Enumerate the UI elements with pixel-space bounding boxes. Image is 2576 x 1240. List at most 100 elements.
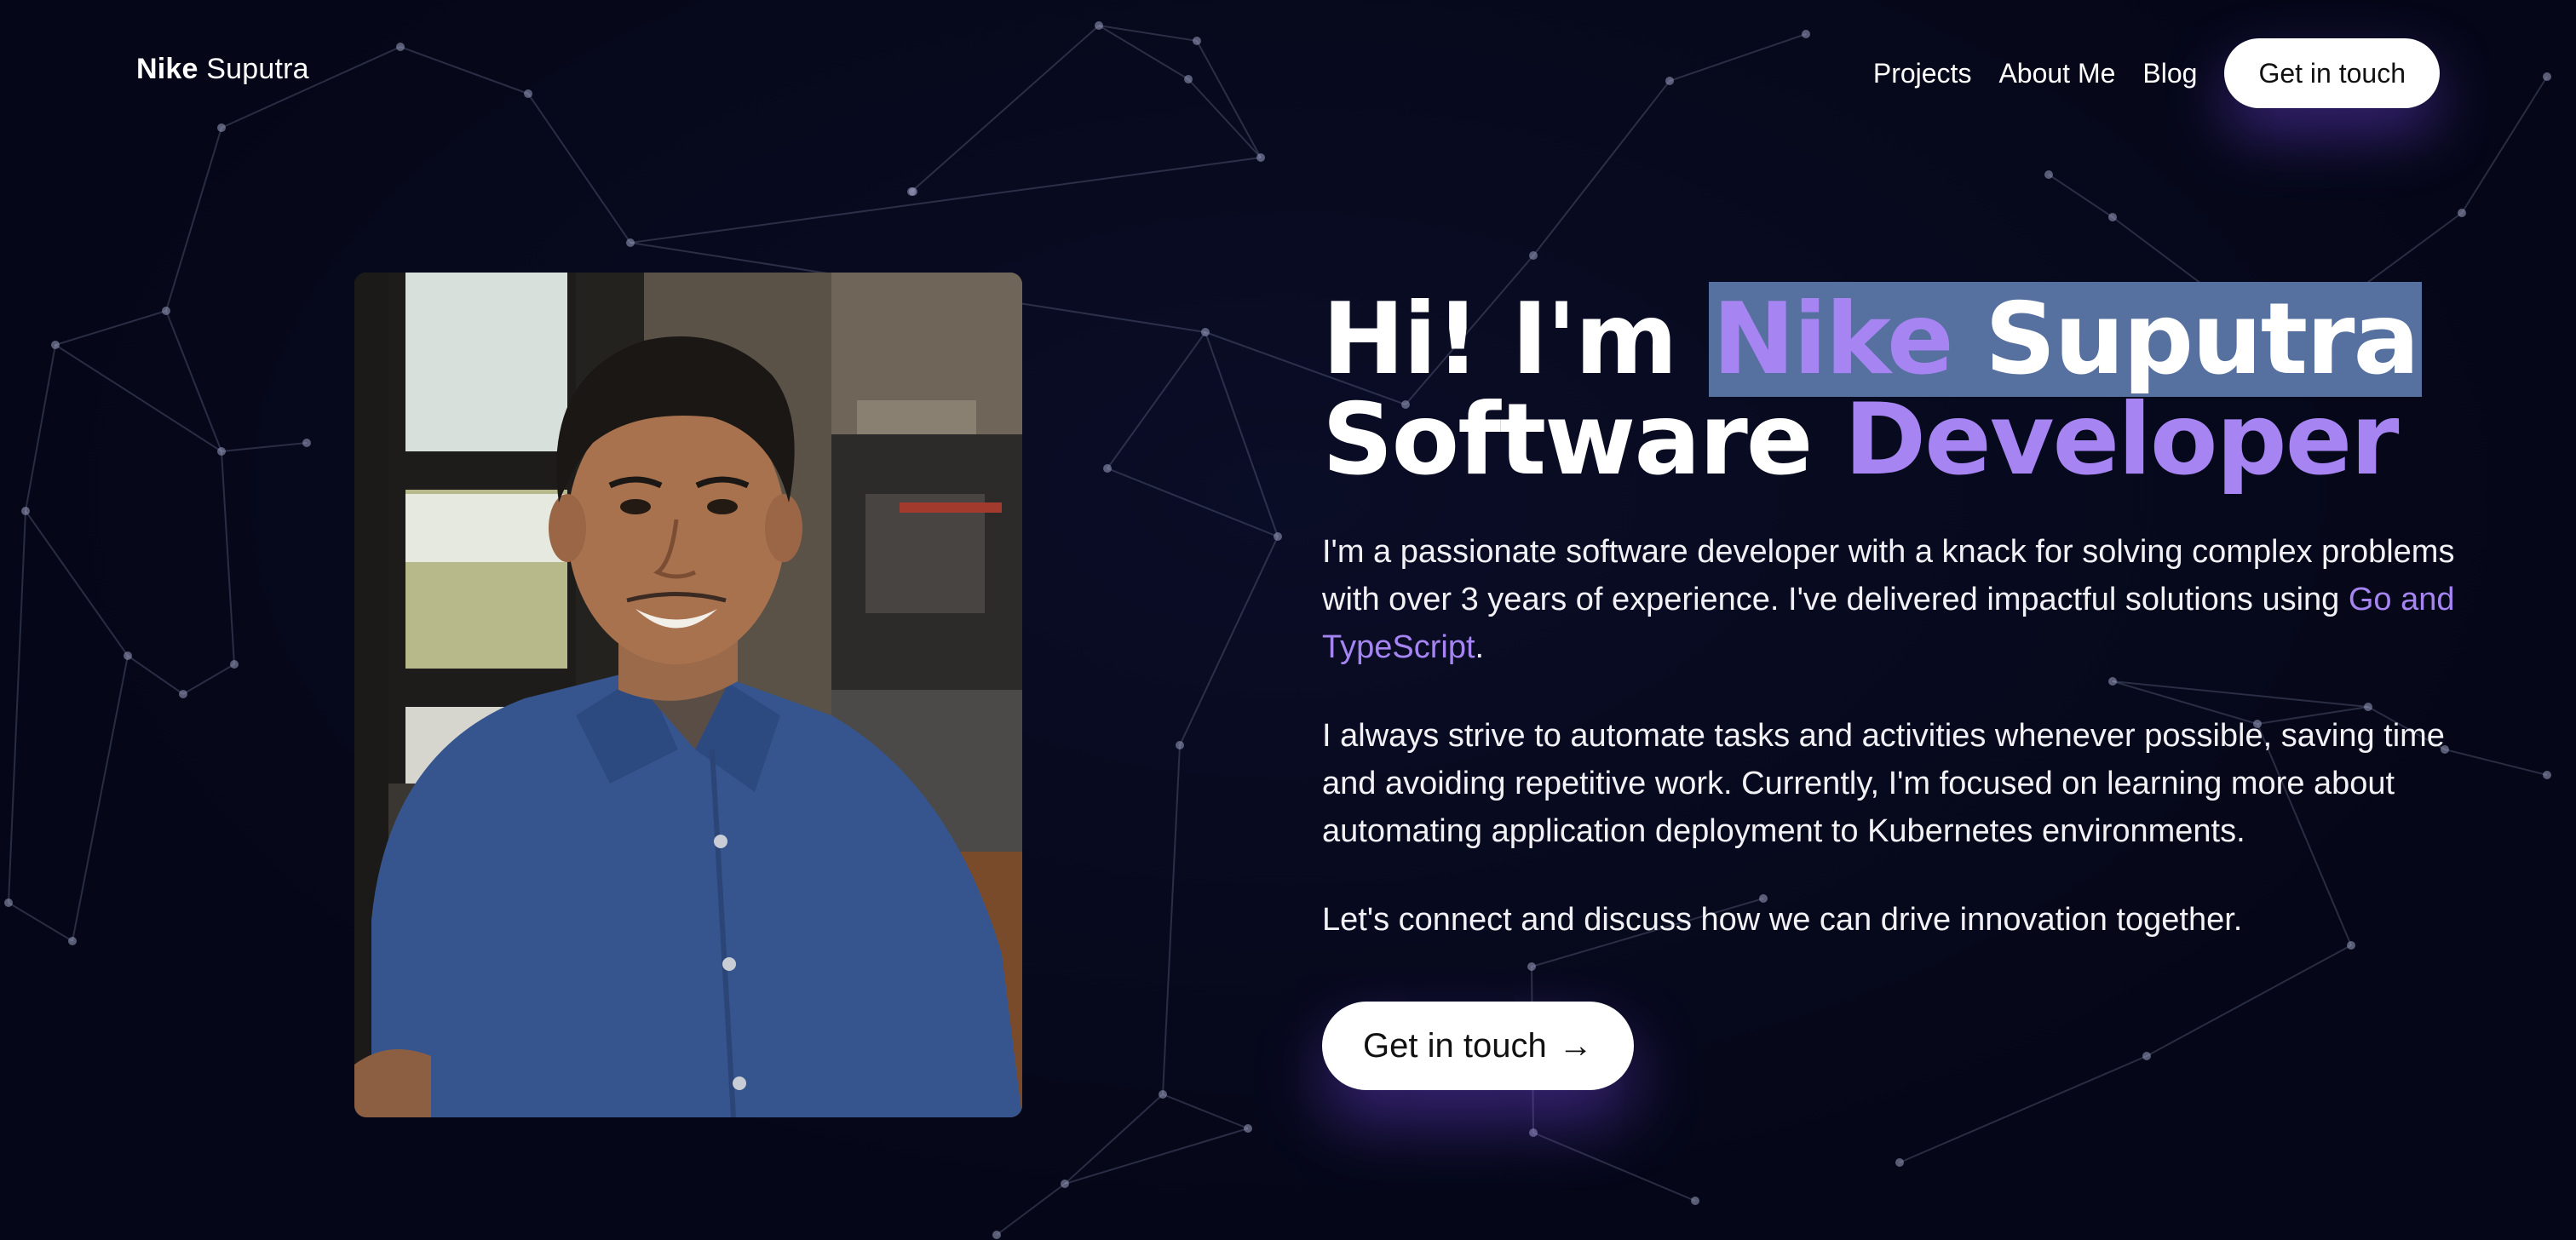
network-line (8, 510, 26, 904)
hero-section: Hi! I'm Nike Suputra Software Developer … (1322, 282, 2481, 944)
network-node (1691, 1197, 1699, 1205)
network-node (2543, 771, 2551, 779)
headline-role-first: Software (1322, 382, 1813, 497)
network-line (165, 127, 222, 312)
network-line (127, 655, 184, 695)
network-line (2461, 76, 2548, 214)
hero-cta-label: Get in touch (1363, 1026, 1547, 1065)
network-node (1529, 1128, 1538, 1137)
network-line (221, 451, 235, 665)
network-line (527, 93, 631, 244)
network-line (1162, 1094, 1249, 1129)
connect-paragraph: Let's connect and discuss how we can dri… (1322, 902, 2243, 938)
network-line (55, 310, 167, 346)
network-node (1802, 30, 1810, 38)
network-node (524, 89, 532, 98)
network-line (221, 442, 308, 452)
network-line (1098, 25, 1189, 80)
network-node (1529, 251, 1538, 260)
network-line (1107, 468, 1279, 537)
network-line (25, 510, 129, 657)
network-line (630, 157, 1262, 244)
network-line (165, 310, 222, 452)
network-node (1895, 1158, 1904, 1167)
network-node (217, 123, 226, 132)
network-line (1669, 33, 1807, 82)
page: Nike Suputra Projects About Me Blog Get … (0, 0, 2576, 1240)
network-line (8, 902, 73, 942)
network-node (21, 507, 30, 515)
network-node (1527, 962, 1536, 971)
logo-last-name: Suputra (206, 53, 309, 85)
network-node (909, 187, 917, 196)
network-line (1064, 1094, 1164, 1185)
network-node (2108, 213, 2117, 221)
headline-name-last: Suputra (1985, 282, 2420, 397)
nav-about-link[interactable]: About Me (1998, 58, 2115, 89)
network-line (1532, 1132, 1696, 1202)
headline-name-selection: Nike Suputra (1709, 282, 2422, 397)
network-line (55, 344, 222, 452)
intro-end: . (1475, 629, 1485, 665)
network-line (72, 655, 129, 942)
network-node (396, 43, 405, 51)
network-line (911, 25, 1100, 192)
network-node (124, 652, 132, 660)
network-node (4, 898, 13, 907)
network-node (1193, 37, 1201, 45)
network-node (1665, 77, 1674, 85)
main-nav: Projects About Me Blog Get in touch (1873, 38, 2440, 108)
network-line (1098, 25, 1198, 42)
network-node (2044, 170, 2053, 179)
headline-greeting: Hi! I'm (1322, 282, 1678, 397)
network-line (25, 344, 56, 512)
logo-first-name: Nike (136, 53, 198, 85)
intro-text: I'm a passionate software developer with… (1322, 534, 2455, 617)
network-line (2146, 944, 2352, 1057)
network-line (2048, 174, 2113, 218)
network-line (1899, 1055, 2148, 1163)
network-line (1064, 1128, 1249, 1185)
network-node (1061, 1180, 1069, 1188)
network-node (1159, 1090, 1167, 1099)
network-node (992, 1231, 1001, 1239)
nav-projects-link[interactable]: Projects (1873, 58, 1972, 89)
network-node (1184, 75, 1193, 83)
network-line (1162, 744, 1181, 1095)
network-node (2142, 1052, 2151, 1060)
network-node (230, 660, 239, 669)
hero-get-in-touch-button[interactable]: Get in touch → (1322, 1002, 1634, 1090)
network-node (1103, 464, 1112, 473)
network-node (626, 238, 635, 247)
network-node (1274, 532, 1282, 541)
network-line (1107, 331, 1206, 469)
arrow-right-icon: → (1558, 1026, 1593, 1065)
nav-blog-link[interactable]: Blog (2142, 58, 2197, 89)
network-line (400, 46, 529, 95)
network-node (1256, 153, 1265, 162)
hero-headline: Hi! I'm Nike Suputra Software Developer (1322, 282, 2481, 491)
network-node (179, 690, 187, 698)
network-node (51, 341, 60, 349)
profile-photo (354, 273, 1022, 1117)
header-get-in-touch-button[interactable]: Get in touch (2224, 38, 2440, 108)
network-node (2543, 72, 2551, 81)
network-node (2458, 209, 2466, 217)
network-node (162, 307, 170, 315)
site-logo[interactable]: Nike Suputra (136, 53, 309, 86)
network-line (996, 1183, 1066, 1236)
intro-paragraph: I'm a passionate software developer with… (1322, 528, 2464, 671)
network-line (1205, 331, 1279, 537)
network-node (68, 937, 77, 945)
network-node (1201, 328, 1210, 336)
automation-paragraph: I always strive to automate tasks and ac… (1322, 718, 2445, 849)
network-node (302, 439, 311, 447)
network-line (1532, 80, 1670, 256)
network-node (1176, 741, 1184, 749)
network-line (182, 663, 235, 695)
network-node (1095, 21, 1103, 30)
network-node (1244, 1124, 1252, 1133)
network-line (1179, 536, 1279, 746)
headline-name-first: Nike (1712, 282, 1954, 397)
network-node (217, 447, 226, 456)
